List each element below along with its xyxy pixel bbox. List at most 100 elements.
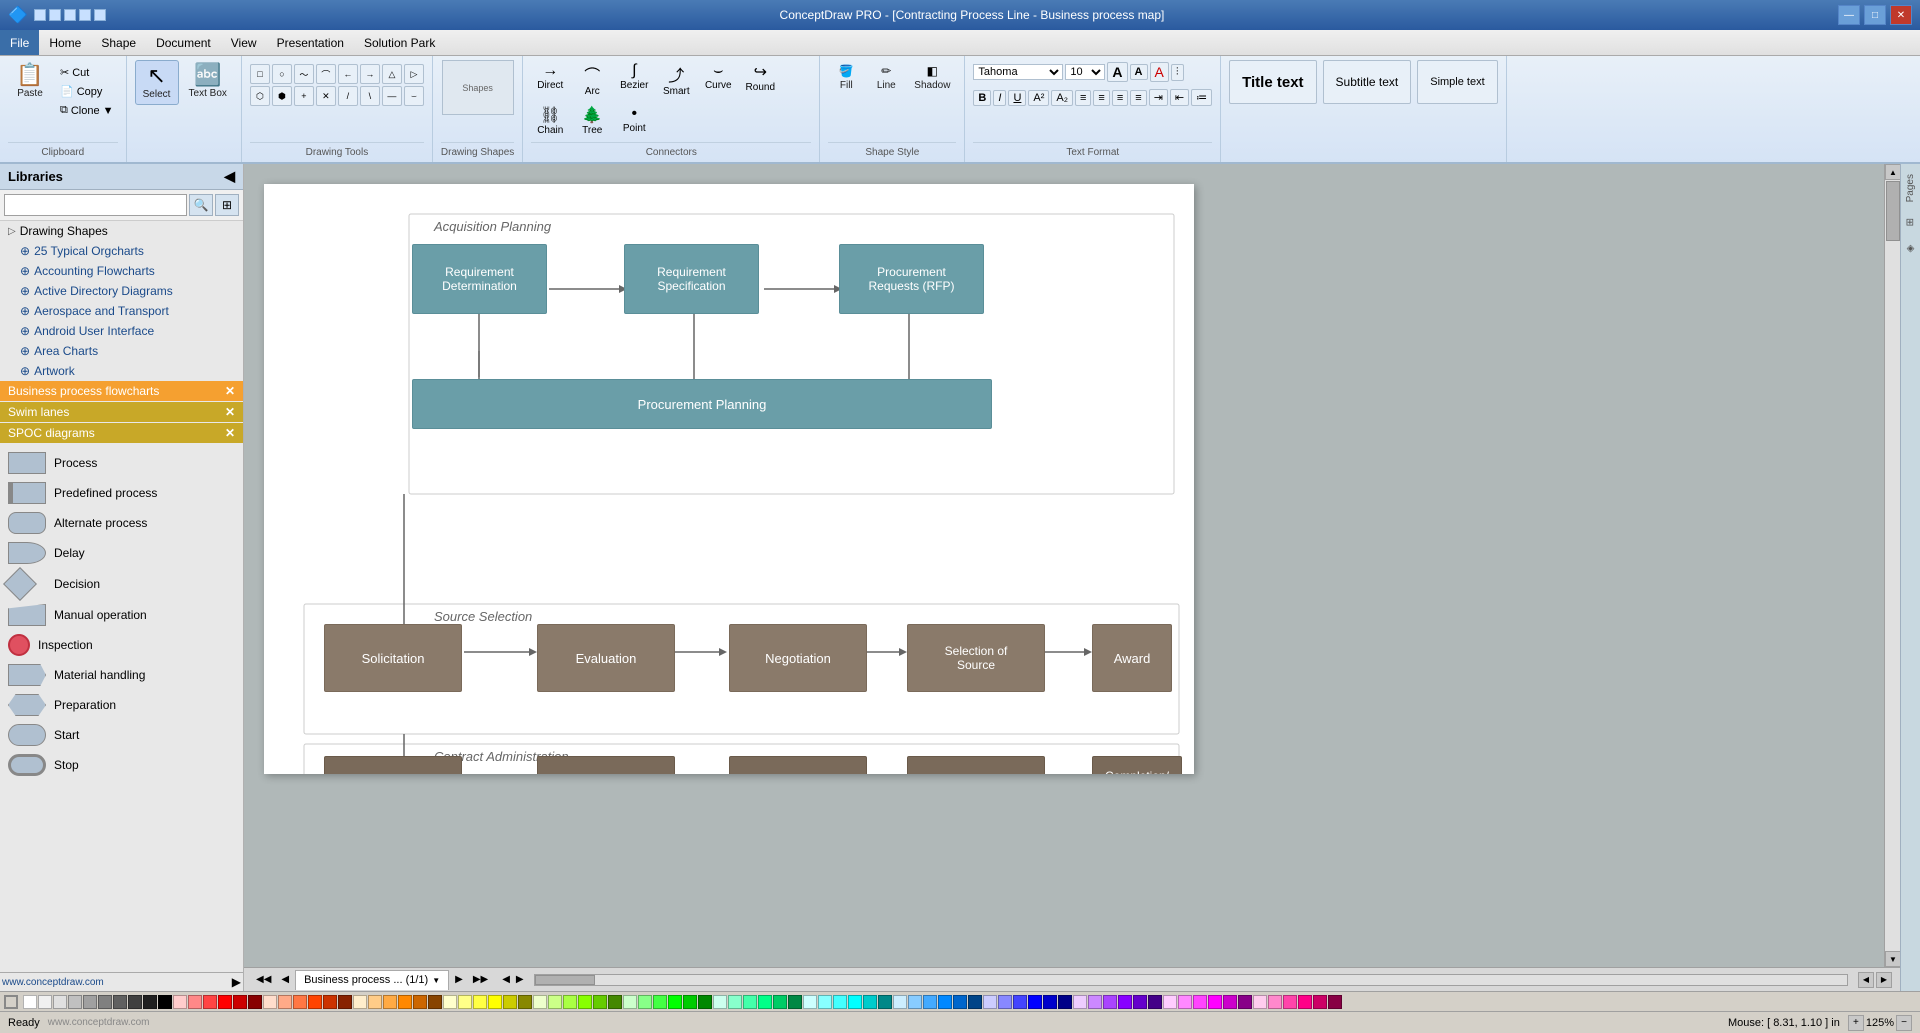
palette-color[interactable] (1193, 995, 1207, 1009)
palette-color[interactable] (1103, 995, 1117, 1009)
shape-preparation[interactable]: Preparation (4, 690, 239, 720)
paste-btn[interactable]: 📋 Paste (8, 60, 52, 103)
dt-plus[interactable]: + (294, 86, 314, 106)
palette-color[interactable] (1268, 995, 1282, 1009)
palette-color[interactable] (893, 995, 907, 1009)
system-control-box[interactable]: System Control (537, 756, 675, 774)
palette-color[interactable] (473, 995, 487, 1009)
palette-color[interactable] (1208, 995, 1222, 1009)
fill-btn[interactable]: 🪣 Fill (828, 60, 864, 95)
direct-btn[interactable]: → Direct (531, 60, 569, 99)
palette-color[interactable] (1073, 995, 1087, 1009)
title-text-btn[interactable]: Title text (1229, 60, 1316, 104)
bold-btn[interactable]: B (973, 90, 991, 106)
close-lib-spoc[interactable]: ✕ (225, 426, 235, 440)
palette-color[interactable] (443, 995, 457, 1009)
palette-color[interactable] (338, 995, 352, 1009)
palette-color[interactable] (833, 995, 847, 1009)
scroll-thumb[interactable] (1886, 181, 1900, 241)
v-scrollbar[interactable]: ▲ ▼ (1884, 164, 1900, 967)
menu-home[interactable]: Home (39, 30, 91, 55)
align-justify-btn[interactable]: ≡ (1130, 90, 1146, 106)
chain-btn[interactable]: ⛓ Chain (531, 103, 569, 138)
palette-color[interactable] (218, 995, 232, 1009)
palette-color[interactable] (83, 995, 97, 1009)
menu-view[interactable]: View (221, 30, 267, 55)
palette-color[interactable] (143, 995, 157, 1009)
palette-color[interactable] (998, 995, 1012, 1009)
palette-color[interactable] (68, 995, 82, 1009)
palette-color[interactable] (173, 995, 187, 1009)
round-btn[interactable]: ↪ Round (741, 60, 779, 99)
palette-color[interactable] (518, 995, 532, 1009)
palette-color[interactable] (548, 995, 562, 1009)
palette-color[interactable] (128, 995, 142, 1009)
procurement-planning-box[interactable]: Procurement Planning (412, 379, 992, 429)
diagram-canvas[interactable]: Acquisition Planning Source Selection Co… (264, 184, 1194, 774)
palette-color[interactable] (788, 995, 802, 1009)
palette-color[interactable] (1313, 995, 1327, 1009)
dt-wave[interactable]: 〜 (294, 64, 314, 84)
palette-color[interactable] (653, 995, 667, 1009)
sidebar-collapse-btn[interactable]: ◀ (224, 168, 235, 185)
tab-first-btn[interactable]: ◀◀ (252, 972, 275, 987)
tree-area[interactable]: ⊕ Area Charts (0, 341, 243, 361)
palette-color[interactable] (23, 995, 37, 1009)
maximize-btn[interactable]: □ (1864, 5, 1886, 25)
procurement-requests-box[interactable]: Procurement Requests (RFP) (839, 244, 984, 314)
font-color-btn[interactable]: A (1150, 62, 1169, 82)
palette-color[interactable] (968, 995, 982, 1009)
palette-color[interactable] (98, 995, 112, 1009)
scroll-left-arrow[interactable]: ◀ (1858, 972, 1874, 988)
requirement-specification-box[interactable]: Requirement Specification (624, 244, 759, 314)
right-tab-panel2[interactable]: ⊞ (1903, 212, 1918, 232)
superscript-btn[interactable]: A² (1028, 90, 1049, 106)
palette-color[interactable] (413, 995, 427, 1009)
italic-btn[interactable]: I (993, 90, 1006, 106)
dt-tri2[interactable]: ▷ (404, 64, 424, 84)
palette-color[interactable] (593, 995, 607, 1009)
menu-solution-park[interactable]: Solution Park (354, 30, 445, 55)
simple-text-btn[interactable]: Simple text (1417, 60, 1497, 104)
palette-color[interactable] (878, 995, 892, 1009)
arc-btn[interactable]: ⌒ Arc (573, 60, 611, 99)
palette-color[interactable] (458, 995, 472, 1009)
clone-btn[interactable]: ⧉ Clone ▼ (56, 102, 118, 119)
active-lib-swim[interactable]: Swim lanes ✕ (0, 402, 243, 422)
right-tab-panel3[interactable]: ◈ (1903, 237, 1918, 260)
palette-color[interactable] (668, 995, 682, 1009)
palette-color[interactable] (1223, 995, 1237, 1009)
cut-btn[interactable]: ✂ Cut (56, 64, 118, 81)
shape-alternate[interactable]: Alternate process (4, 508, 239, 538)
close-btn[interactable]: ✕ (1890, 5, 1912, 25)
palette-color[interactable] (863, 995, 877, 1009)
palette-color[interactable] (908, 995, 922, 1009)
dt-slash[interactable]: / (338, 86, 358, 106)
palette-color[interactable] (923, 995, 937, 1009)
dt-arrow1[interactable]: ← (338, 64, 358, 84)
align-right-btn[interactable]: ≡ (1112, 90, 1128, 106)
tab-dropdown-icon[interactable]: ▼ (432, 976, 440, 985)
performance-measurement-box[interactable]: Performance Measurement (729, 756, 867, 774)
palette-color[interactable] (743, 995, 757, 1009)
tree-aerospace[interactable]: ⊕ Aerospace and Transport (0, 301, 243, 321)
award-box[interactable]: Award (1092, 624, 1172, 692)
subtitle-text-btn[interactable]: Subtitle text (1323, 60, 1412, 104)
smart-btn[interactable]: ⤴ Smart (657, 60, 695, 99)
palette-color[interactable] (938, 995, 952, 1009)
menu-file[interactable]: File (0, 30, 39, 55)
indent-btn[interactable]: ⇥ (1149, 89, 1168, 106)
palette-color[interactable] (1238, 995, 1252, 1009)
line-btn[interactable]: ✏ Line (868, 60, 904, 95)
search-icon-btn[interactable]: 🔍 (189, 194, 213, 216)
palette-color[interactable] (803, 995, 817, 1009)
font-select[interactable]: Tahoma (973, 64, 1063, 80)
palette-color[interactable] (713, 995, 727, 1009)
font-size-select[interactable]: 10 (1065, 64, 1105, 80)
palette-color[interactable] (758, 995, 772, 1009)
palette-color[interactable] (263, 995, 277, 1009)
palette-color[interactable] (398, 995, 412, 1009)
tab-last-btn[interactable]: ▶▶ (469, 972, 492, 987)
contract-modifications-box[interactable]: Contract Modifications (907, 756, 1045, 774)
palette-color[interactable] (848, 995, 862, 1009)
